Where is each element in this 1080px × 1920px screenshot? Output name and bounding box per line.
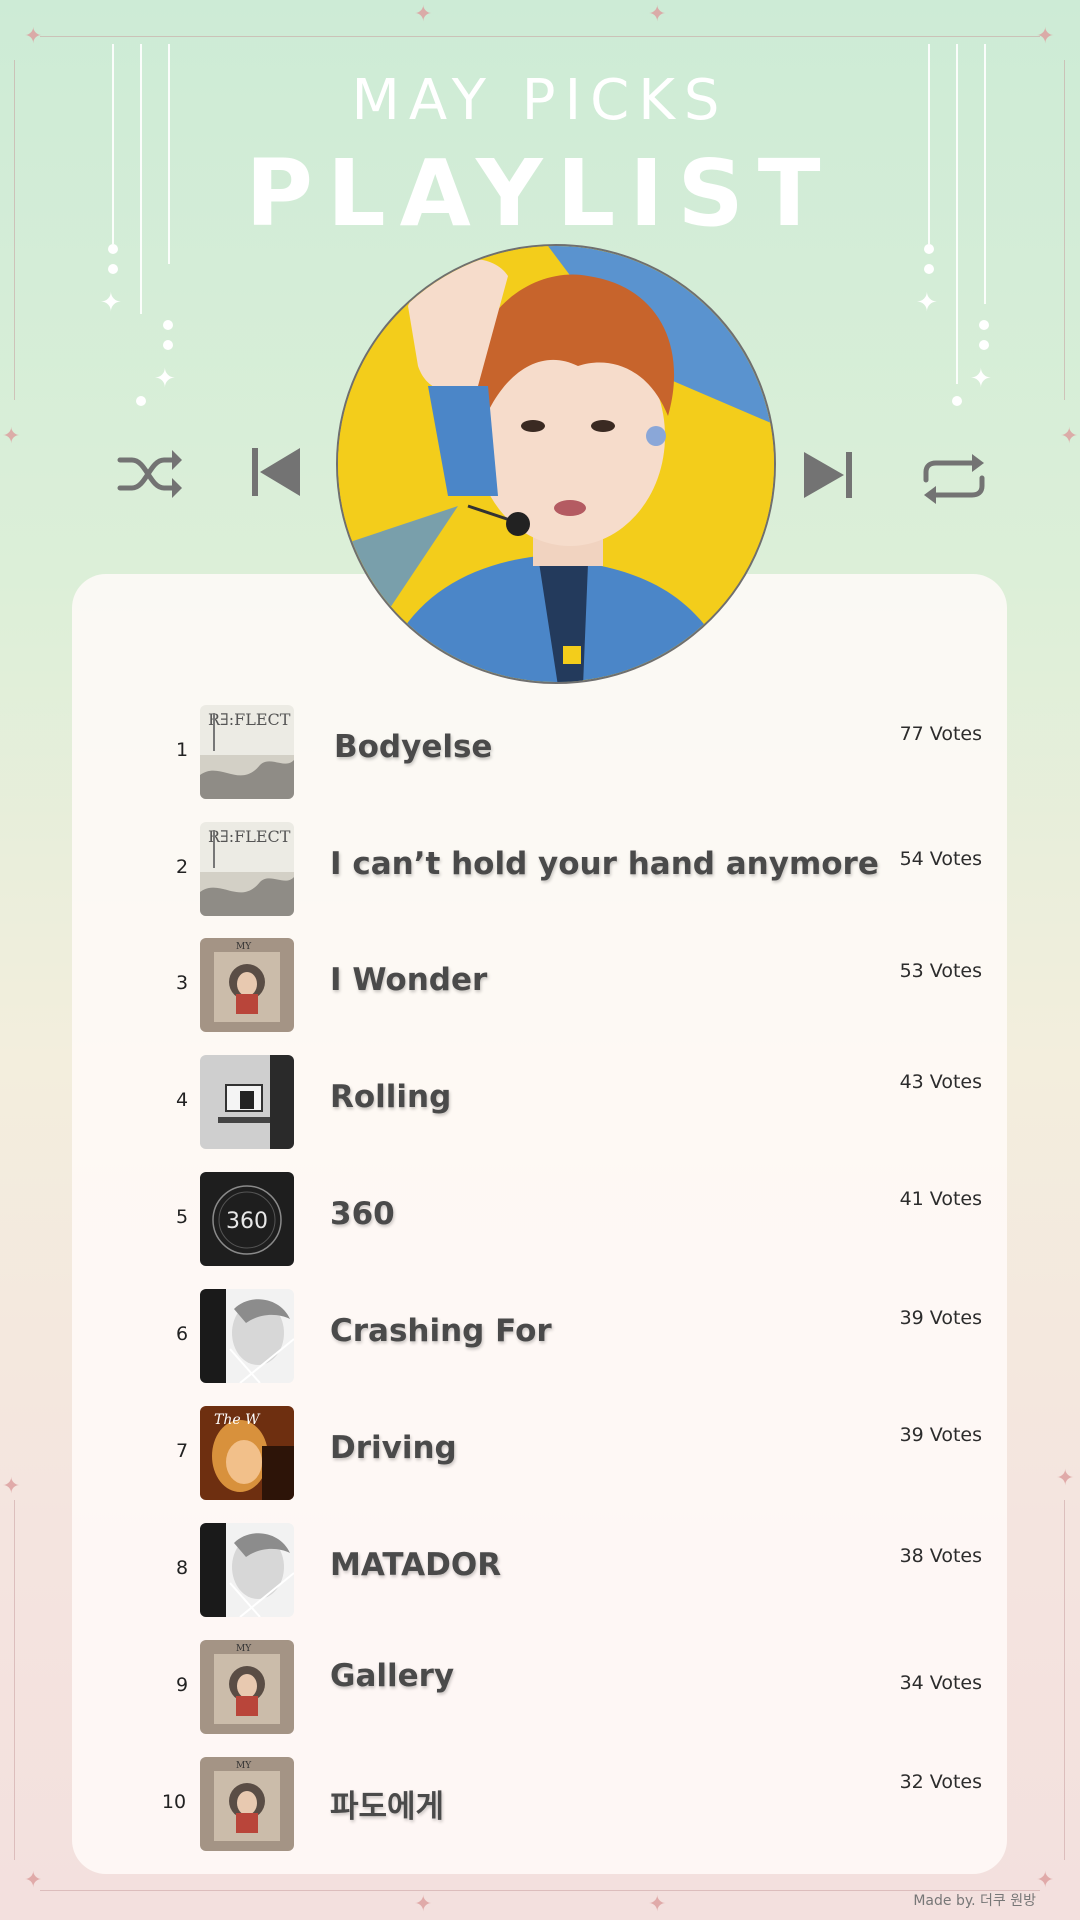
track-votes: 38 Votes (899, 1545, 982, 1567)
decor-dot (924, 264, 934, 274)
repeat-icon (923, 454, 985, 504)
track-votes: 34 Votes (899, 1672, 982, 1694)
sparkle-icon: ✦ (1036, 24, 1055, 49)
credit-text: Made by. 더쿠 원방 (913, 1893, 1036, 1909)
decor-dot (136, 396, 146, 406)
album-art-the-w: The W (200, 1406, 294, 1500)
sparkle-icon: ✦ (1056, 1466, 1075, 1491)
track-votes: 39 Votes (899, 1424, 982, 1446)
sparkle-icon: ✦ (24, 1868, 43, 1893)
previous-button[interactable] (250, 446, 302, 498)
svg-text:R∃:FLECT: R∃:FLECT (208, 827, 291, 846)
album-art-text: 360 (226, 1209, 268, 1234)
track-rank: 6 (175, 1323, 189, 1345)
shuffle-button[interactable] (116, 446, 184, 502)
now-playing-cover (336, 244, 776, 684)
album-art-my-collection: MY (200, 938, 294, 1032)
album-art-my-collection: MY (200, 1640, 294, 1734)
shuffle-icon (117, 450, 182, 498)
repeat-button[interactable] (918, 452, 990, 506)
track-rank: 5 (175, 1206, 189, 1228)
next-icon (804, 452, 852, 498)
track-title: Gallery (330, 1658, 455, 1694)
track-votes: 32 Votes (899, 1771, 982, 1793)
track-votes: 77 Votes (899, 723, 982, 745)
sparkle-icon: ✦ (154, 364, 176, 394)
track-title: Bodyelse (334, 729, 493, 765)
track-title: I can’t hold your hand anymore (330, 846, 879, 882)
frame-left-line-lower (14, 1500, 15, 1860)
track-votes: 43 Votes (899, 1071, 982, 1093)
album-art-my-collection: MY (200, 1757, 294, 1851)
svg-text:The W: The W (214, 1412, 261, 1428)
track-row[interactable]: 4 Rolling 43 Votes (72, 1055, 1007, 1149)
decor-dot (163, 340, 173, 350)
track-rank: 9 (175, 1674, 189, 1696)
track-rank: 7 (175, 1440, 189, 1462)
track-rank: 3 (175, 972, 189, 994)
track-title: Driving (330, 1430, 457, 1466)
track-votes: 41 Votes (899, 1188, 982, 1210)
track-row[interactable]: 1 R∃:FLECT Bodyelse 77 Votes (72, 705, 1007, 799)
sparkle-icon: ✦ (24, 24, 43, 49)
track-votes: 39 Votes (899, 1307, 982, 1329)
track-rank: 2 (175, 856, 189, 878)
track-row[interactable]: 5 360 360 41 Votes (72, 1172, 1007, 1266)
sparkle-icon: ✦ (2, 1474, 21, 1499)
track-title: MATADOR (330, 1547, 502, 1583)
track-votes: 54 Votes (899, 848, 982, 870)
decor-dot (108, 264, 118, 274)
track-rank: 4 (175, 1089, 189, 1111)
track-row[interactable]: 6 Crashing For 39 Votes (72, 1289, 1007, 1383)
sparkle-icon: ✦ (2, 424, 21, 449)
track-row[interactable]: 3 MY I Wonder 53 Votes (72, 938, 1007, 1032)
playlist-title: PLAYLIST (245, 140, 835, 247)
album-art-portrait-bw (200, 1289, 294, 1383)
track-title: I Wonder (330, 962, 488, 998)
track-row[interactable]: 10 MY 파도에게 32 Votes (72, 1757, 1007, 1851)
track-title: 360 (330, 1196, 395, 1232)
track-title: Rolling (330, 1079, 452, 1115)
decor-dot (979, 320, 989, 330)
album-art-reflect: R∃:FLECT (200, 822, 294, 916)
sparkle-icon: ✦ (970, 364, 992, 394)
track-rank: 10 (161, 1791, 187, 1813)
track-title: Crashing For (330, 1313, 552, 1349)
sparkle-icon: ✦ (648, 1892, 667, 1917)
frame-bottom-line (40, 1890, 1040, 1891)
sparkle-icon: ✦ (648, 2, 667, 27)
track-row[interactable]: 7 The W Driving 39 Votes (72, 1406, 1007, 1500)
decor-dot (163, 320, 173, 330)
album-art-360: 360 (200, 1172, 294, 1266)
playlist-card: 1 R∃:FLECT Bodyelse 77 Votes 2 R∃:FLECT (72, 574, 1007, 1874)
track-row[interactable]: 8 MATADOR 38 Votes (72, 1523, 1007, 1617)
track-votes: 53 Votes (899, 960, 982, 982)
sparkle-icon: ✦ (1060, 424, 1079, 449)
sparkle-icon: ✦ (100, 288, 122, 318)
album-art-portrait-bw (200, 1523, 294, 1617)
svg-text:R∃:FLECT: R∃:FLECT (208, 710, 291, 729)
sparkle-icon: ✦ (414, 2, 433, 27)
sparkle-icon: ✦ (916, 288, 938, 318)
frame-top-line (40, 36, 1040, 37)
frame-right-line-lower (1064, 1500, 1065, 1860)
track-row[interactable]: 2 R∃:FLECT I can’t hold your hand anymor… (72, 822, 1007, 916)
sparkle-icon: ✦ (414, 1892, 433, 1917)
svg-text:MY: MY (236, 942, 252, 952)
album-art-reflect: R∃:FLECT (200, 705, 294, 799)
track-rank: 8 (175, 1557, 189, 1579)
sparkle-icon: ✦ (1036, 1868, 1055, 1893)
svg-text:MY: MY (236, 1761, 252, 1771)
album-art-message (200, 1055, 294, 1149)
track-rank: 1 (175, 739, 189, 761)
previous-icon (252, 448, 300, 496)
decor-dot (952, 396, 962, 406)
decor-dot (979, 340, 989, 350)
svg-text:MY: MY (236, 1644, 252, 1654)
track-title: 파도에게 (330, 1789, 445, 1825)
playlist-subtitle: MAY PICKS (351, 68, 729, 133)
next-button[interactable] (802, 450, 854, 500)
track-row[interactable]: 9 MY Gallery 34 Votes (72, 1640, 1007, 1734)
